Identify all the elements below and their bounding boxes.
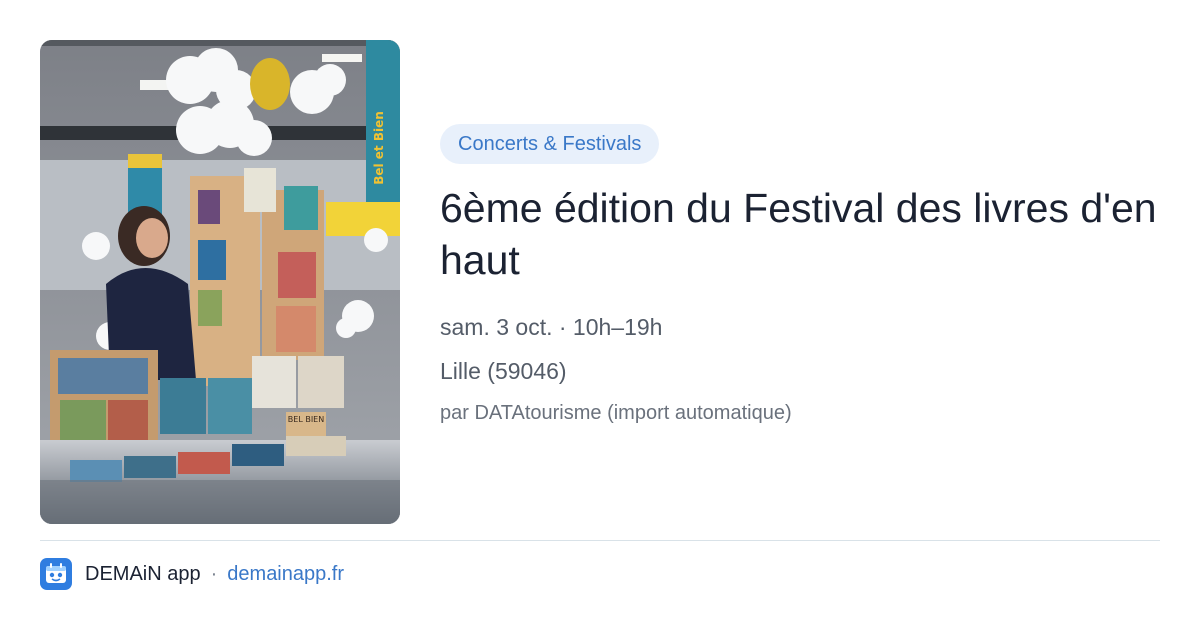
app-name: DEMAiN app (85, 562, 201, 585)
event-date: sam. 3 oct. · 10h–19h (440, 314, 663, 340)
footer: DEMAiN app · demainapp.fr (40, 558, 344, 590)
event-photo[interactable]: Bel et Bien BEL BIEN (40, 40, 400, 524)
category-badge[interactable]: Concerts & Festivals (440, 124, 660, 164)
demain-app-icon[interactable] (40, 558, 72, 590)
app-domain-link[interactable]: demainapp.fr (227, 563, 344, 586)
banner-text: Bel et Bien (372, 111, 386, 185)
event-title[interactable]: 6ème édition du Festival des livres d'en… (440, 182, 1160, 286)
event-source: par DATAtourisme (import automatique) (440, 402, 792, 424)
event-location: Lille (59046) (440, 358, 567, 384)
separator: · (210, 562, 218, 585)
box-text: BEL BIEN (288, 415, 324, 424)
divider (40, 540, 1160, 541)
